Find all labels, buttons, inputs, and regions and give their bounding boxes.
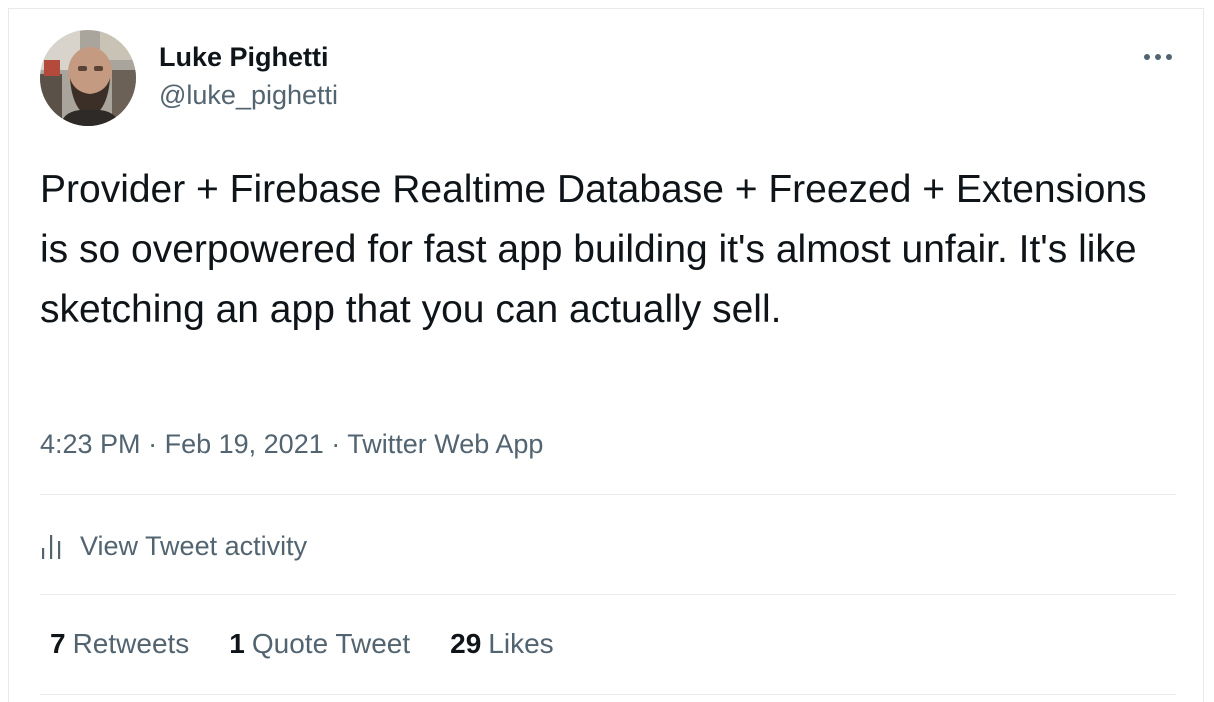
retweets-label: Retweets <box>72 628 190 659</box>
quote-tweets-count: 1 <box>229 628 245 659</box>
tweet-time[interactable]: 4:23 PM <box>40 429 141 459</box>
tweet-meta: 4:23 PM · Feb 19, 2021 · Twitter Web App <box>40 427 543 461</box>
user-handle[interactable]: @luke_pighetti <box>159 78 338 112</box>
avatar-image <box>40 30 136 126</box>
meta-separator: · <box>148 429 158 459</box>
tweet-source[interactable]: Twitter Web App <box>347 429 543 459</box>
divider <box>40 694 1176 695</box>
view-tweet-activity-link[interactable]: View Tweet activity <box>40 526 307 566</box>
retweets-stat[interactable]: 7 Retweets <box>50 626 189 662</box>
divider <box>40 494 1176 495</box>
quote-tweets-label: Quote Tweet <box>251 628 411 659</box>
tweet-date[interactable]: Feb 19, 2021 <box>165 429 324 459</box>
likes-label: Likes <box>488 628 554 659</box>
more-dots-icon <box>1144 54 1172 60</box>
analytics-bars-icon <box>42 535 61 559</box>
meta-separator: · <box>331 429 341 459</box>
view-tweet-activity-label: View Tweet activity <box>80 530 308 561</box>
tweet-card <box>8 8 1204 702</box>
quote-tweets-stat[interactable]: 1 Quote Tweet <box>229 626 410 662</box>
user-display-name[interactable]: Luke Pighetti <box>159 40 329 74</box>
more-options-button[interactable] <box>1138 40 1178 74</box>
likes-count: 29 <box>450 628 482 659</box>
tweet-text: Provider + Firebase Realtime Database + … <box>40 168 1147 331</box>
avatar[interactable] <box>40 30 136 126</box>
likes-stat[interactable]: 29 Likes <box>450 626 554 662</box>
retweets-count: 7 <box>50 628 66 659</box>
tweet-stats: 7 Retweets 1 Quote Tweet 29 Likes <box>50 626 594 662</box>
divider <box>40 594 1176 595</box>
